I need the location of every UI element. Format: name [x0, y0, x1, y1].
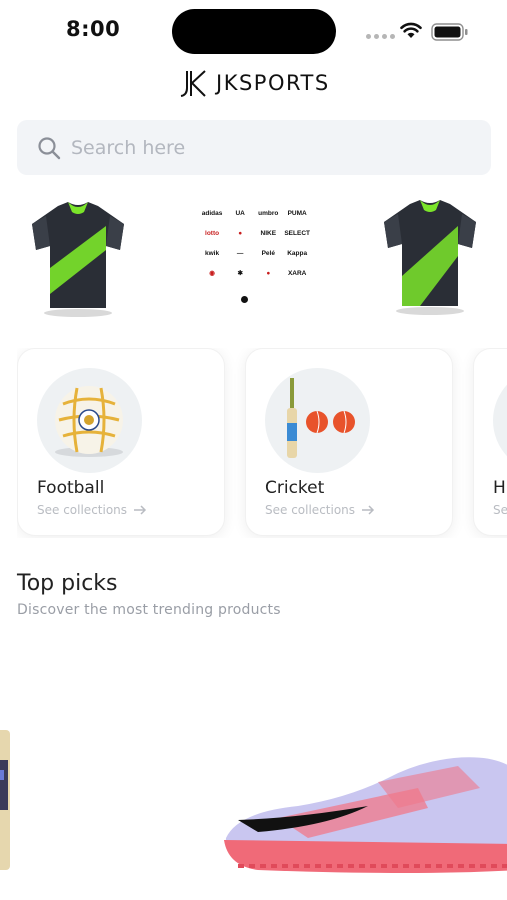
football-boot-product-image[interactable]: [218, 748, 507, 888]
brand-logo: umbro: [258, 210, 279, 217]
category-title: H: [493, 478, 506, 498]
category-title: Cricket: [265, 478, 325, 498]
wifi-icon: [400, 22, 422, 38]
see-collections-label: See collections: [37, 503, 128, 517]
brand-name: JKSPORTS: [216, 71, 330, 95]
cricket-icon: [287, 378, 355, 458]
category-image: [265, 368, 370, 473]
jersey-image: [384, 200, 476, 315]
signal-icon: [366, 34, 395, 39]
brand-logo: lotto: [205, 230, 220, 237]
arrow-right-icon: [362, 505, 375, 515]
category-image: [493, 368, 507, 473]
brand-logo: ●: [266, 270, 271, 277]
category-card-cricket[interactable]: Cricket See collections: [245, 348, 453, 536]
search-input[interactable]: [71, 136, 451, 159]
see-collections-label: See collections: [265, 503, 356, 517]
see-collections-label: Se: [493, 503, 507, 517]
section-subtitle: Discover the most trending products: [17, 602, 281, 618]
football-icon: [55, 386, 123, 457]
brand-logo: kwik: [205, 250, 220, 257]
brand-logo: PUMA: [287, 210, 307, 217]
brand-logo: Kappa: [287, 250, 308, 257]
see-collections-link[interactable]: See collections: [265, 503, 375, 517]
brand-logos: adidas UA umbro PUMA lotto ● NIKE SELECT…: [200, 208, 310, 280]
see-collections-link[interactable]: See collections: [37, 503, 147, 517]
see-collections-link[interactable]: Se: [493, 503, 507, 517]
arrow-right-icon: [134, 505, 147, 515]
category-card-football[interactable]: Football See collections: [17, 348, 225, 536]
brand-logo: Pelé: [261, 250, 275, 257]
brand-logo: ◉: [209, 270, 215, 277]
app-logo[interactable]: JKSPORTS: [178, 68, 330, 98]
jersey-image: [32, 202, 124, 317]
search-icon: [38, 136, 61, 159]
cricket-bat-product-image[interactable]: [0, 630, 14, 900]
top-picks-carousel[interactable]: [0, 630, 507, 900]
brand-logo: UA: [235, 210, 245, 217]
brand-logo: —: [236, 250, 244, 257]
category-image: [37, 368, 142, 473]
dynamic-island: [172, 9, 336, 54]
status-time: 8:00: [66, 17, 121, 41]
jk-logo-icon: [180, 70, 206, 97]
search-bar[interactable]: [17, 120, 491, 175]
brand-logo: adidas: [201, 210, 223, 217]
brand-logo: SELECT: [284, 230, 310, 237]
brand-logo: ●: [238, 230, 243, 237]
category-carousel[interactable]: Football See collections Cricket See col…: [17, 348, 507, 538]
category-title: Football: [37, 478, 105, 498]
battery-icon: [431, 23, 468, 41]
category-card-partial[interactable]: H Se: [473, 348, 507, 536]
section-title: Top picks: [17, 571, 118, 596]
banner-page-indicator[interactable]: [241, 296, 248, 303]
brand-logo: XARA: [287, 270, 307, 277]
brand-logo: ✱: [237, 270, 243, 277]
promo-banner[interactable]: adidas UA umbro PUMA lotto ● NIKE SELECT…: [0, 190, 507, 320]
brand-logo: NIKE: [260, 230, 277, 237]
